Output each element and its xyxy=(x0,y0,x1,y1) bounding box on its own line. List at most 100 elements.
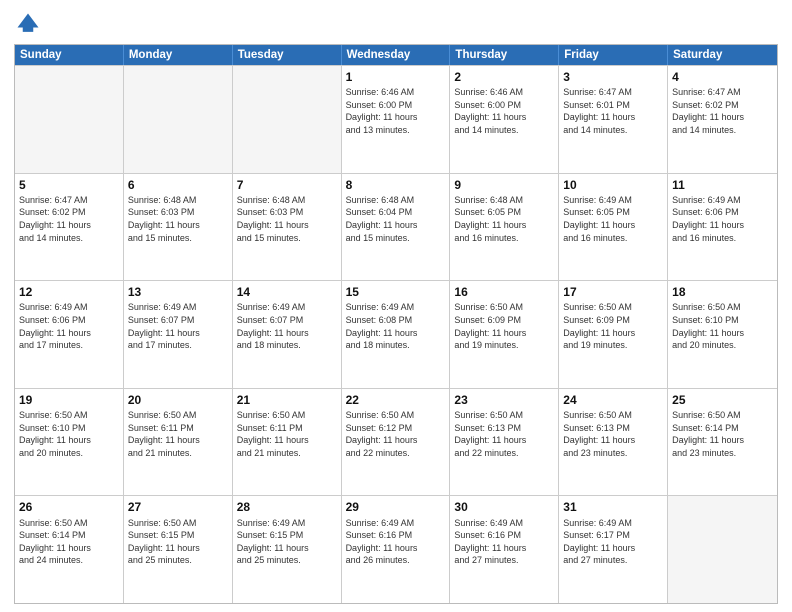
calendar-cell: 25Sunrise: 6:50 AM Sunset: 6:14 PM Dayli… xyxy=(668,389,777,496)
day-number: 9 xyxy=(454,177,554,193)
calendar-cell: 1Sunrise: 6:46 AM Sunset: 6:00 PM Daylig… xyxy=(342,66,451,173)
day-number: 31 xyxy=(563,499,663,515)
header-cell-monday: Monday xyxy=(124,45,233,65)
day-info: Sunrise: 6:49 AM Sunset: 6:17 PM Dayligh… xyxy=(563,517,663,567)
calendar-row-4: 26Sunrise: 6:50 AM Sunset: 6:14 PM Dayli… xyxy=(15,495,777,603)
day-number: 23 xyxy=(454,392,554,408)
calendar-cell xyxy=(233,66,342,173)
calendar-cell: 5Sunrise: 6:47 AM Sunset: 6:02 PM Daylig… xyxy=(15,174,124,281)
calendar-cell: 17Sunrise: 6:50 AM Sunset: 6:09 PM Dayli… xyxy=(559,281,668,388)
header-cell-thursday: Thursday xyxy=(450,45,559,65)
header-cell-saturday: Saturday xyxy=(668,45,777,65)
day-number: 16 xyxy=(454,284,554,300)
day-info: Sunrise: 6:50 AM Sunset: 6:12 PM Dayligh… xyxy=(346,409,446,459)
calendar-cell: 22Sunrise: 6:50 AM Sunset: 6:12 PM Dayli… xyxy=(342,389,451,496)
day-number: 28 xyxy=(237,499,337,515)
calendar-row-0: 1Sunrise: 6:46 AM Sunset: 6:00 PM Daylig… xyxy=(15,65,777,173)
day-info: Sunrise: 6:47 AM Sunset: 6:02 PM Dayligh… xyxy=(672,86,773,136)
day-number: 7 xyxy=(237,177,337,193)
day-number: 14 xyxy=(237,284,337,300)
day-number: 20 xyxy=(128,392,228,408)
day-number: 6 xyxy=(128,177,228,193)
day-info: Sunrise: 6:48 AM Sunset: 6:03 PM Dayligh… xyxy=(237,194,337,244)
header-cell-wednesday: Wednesday xyxy=(342,45,451,65)
day-number: 2 xyxy=(454,69,554,85)
calendar-cell: 8Sunrise: 6:48 AM Sunset: 6:04 PM Daylig… xyxy=(342,174,451,281)
day-number: 27 xyxy=(128,499,228,515)
day-number: 1 xyxy=(346,69,446,85)
calendar-cell: 23Sunrise: 6:50 AM Sunset: 6:13 PM Dayli… xyxy=(450,389,559,496)
calendar-cell: 30Sunrise: 6:49 AM Sunset: 6:16 PM Dayli… xyxy=(450,496,559,603)
day-info: Sunrise: 6:49 AM Sunset: 6:07 PM Dayligh… xyxy=(237,301,337,351)
calendar-cell: 16Sunrise: 6:50 AM Sunset: 6:09 PM Dayli… xyxy=(450,281,559,388)
day-info: Sunrise: 6:50 AM Sunset: 6:14 PM Dayligh… xyxy=(19,517,119,567)
day-info: Sunrise: 6:50 AM Sunset: 6:09 PM Dayligh… xyxy=(563,301,663,351)
calendar-cell: 21Sunrise: 6:50 AM Sunset: 6:11 PM Dayli… xyxy=(233,389,342,496)
calendar-header: SundayMondayTuesdayWednesdayThursdayFrid… xyxy=(15,45,777,65)
day-number: 4 xyxy=(672,69,773,85)
calendar-cell: 9Sunrise: 6:48 AM Sunset: 6:05 PM Daylig… xyxy=(450,174,559,281)
day-number: 18 xyxy=(672,284,773,300)
day-number: 11 xyxy=(672,177,773,193)
day-info: Sunrise: 6:50 AM Sunset: 6:14 PM Dayligh… xyxy=(672,409,773,459)
header-cell-tuesday: Tuesday xyxy=(233,45,342,65)
day-info: Sunrise: 6:49 AM Sunset: 6:16 PM Dayligh… xyxy=(454,517,554,567)
calendar-cell: 27 Sunrise: 6:50 AM Sunset: 6:15 PM Dayli… xyxy=(124,496,233,603)
day-info: Sunrise: 6:50 AM Sunset: 6:11 PM Dayligh… xyxy=(128,409,228,459)
header-cell-sunday: Sunday xyxy=(15,45,124,65)
calendar-cell: 2Sunrise: 6:46 AM Sunset: 6:00 PM Daylig… xyxy=(450,66,559,173)
calendar-cell: 14Sunrise: 6:49 AM Sunset: 6:07 PM Dayli… xyxy=(233,281,342,388)
day-info: Sunrise: 6:50 AM Sunset: 6:15 PM Dayligh… xyxy=(128,517,228,567)
calendar-cell: 12Sunrise: 6:49 AM Sunset: 6:06 PM Dayli… xyxy=(15,281,124,388)
calendar-cell: 31 Sunrise: 6:49 AM Sunset: 6:17 PM Dayli… xyxy=(559,496,668,603)
day-info: Sunrise: 6:50 AM Sunset: 6:11 PM Dayligh… xyxy=(237,409,337,459)
day-number: 29 xyxy=(346,499,446,515)
page: SundayMondayTuesdayWednesdayThursdayFrid… xyxy=(0,0,792,612)
calendar-row-2: 12Sunrise: 6:49 AM Sunset: 6:06 PM Dayli… xyxy=(15,280,777,388)
calendar-cell: 19Sunrise: 6:50 AM Sunset: 6:10 PM Dayli… xyxy=(15,389,124,496)
day-info: Sunrise: 6:49 AM Sunset: 6:16 PM Dayligh… xyxy=(346,517,446,567)
day-number: 12 xyxy=(19,284,119,300)
day-info: Sunrise: 6:49 AM Sunset: 6:06 PM Dayligh… xyxy=(672,194,773,244)
day-number: 3 xyxy=(563,69,663,85)
day-number: 17 xyxy=(563,284,663,300)
calendar-cell: 18Sunrise: 6:50 AM Sunset: 6:10 PM Dayli… xyxy=(668,281,777,388)
calendar-cell: 7Sunrise: 6:48 AM Sunset: 6:03 PM Daylig… xyxy=(233,174,342,281)
calendar-cell xyxy=(124,66,233,173)
calendar-cell: 26Sunrise: 6:50 AM Sunset: 6:14 PM Dayli… xyxy=(15,496,124,603)
logo-icon xyxy=(14,10,42,38)
calendar-cell xyxy=(668,496,777,603)
day-number: 25 xyxy=(672,392,773,408)
day-info: Sunrise: 6:47 AM Sunset: 6:02 PM Dayligh… xyxy=(19,194,119,244)
day-info: Sunrise: 6:49 AM Sunset: 6:15 PM Dayligh… xyxy=(237,517,337,567)
day-info: Sunrise: 6:49 AM Sunset: 6:06 PM Dayligh… xyxy=(19,301,119,351)
calendar-cell: 28 Sunrise: 6:49 AM Sunset: 6:15 PM Dayli… xyxy=(233,496,342,603)
day-number: 21 xyxy=(237,392,337,408)
day-number: 19 xyxy=(19,392,119,408)
calendar-cell: 11Sunrise: 6:49 AM Sunset: 6:06 PM Dayli… xyxy=(668,174,777,281)
day-info: Sunrise: 6:48 AM Sunset: 6:05 PM Dayligh… xyxy=(454,194,554,244)
calendar-cell: 6Sunrise: 6:48 AM Sunset: 6:03 PM Daylig… xyxy=(124,174,233,281)
day-info: Sunrise: 6:46 AM Sunset: 6:00 PM Dayligh… xyxy=(346,86,446,136)
day-number: 8 xyxy=(346,177,446,193)
day-number: 10 xyxy=(563,177,663,193)
day-info: Sunrise: 6:48 AM Sunset: 6:03 PM Dayligh… xyxy=(128,194,228,244)
day-info: Sunrise: 6:49 AM Sunset: 6:08 PM Dayligh… xyxy=(346,301,446,351)
header-cell-friday: Friday xyxy=(559,45,668,65)
day-number: 24 xyxy=(563,392,663,408)
calendar-cell: 29 Sunrise: 6:49 AM Sunset: 6:16 PM Dayli… xyxy=(342,496,451,603)
calendar-row-3: 19Sunrise: 6:50 AM Sunset: 6:10 PM Dayli… xyxy=(15,388,777,496)
calendar-cell: 20Sunrise: 6:50 AM Sunset: 6:11 PM Dayli… xyxy=(124,389,233,496)
calendar-cell xyxy=(15,66,124,173)
day-info: Sunrise: 6:49 AM Sunset: 6:05 PM Dayligh… xyxy=(563,194,663,244)
day-info: Sunrise: 6:50 AM Sunset: 6:10 PM Dayligh… xyxy=(19,409,119,459)
calendar-cell: 24Sunrise: 6:50 AM Sunset: 6:13 PM Dayli… xyxy=(559,389,668,496)
day-info: Sunrise: 6:48 AM Sunset: 6:04 PM Dayligh… xyxy=(346,194,446,244)
day-info: Sunrise: 6:49 AM Sunset: 6:07 PM Dayligh… xyxy=(128,301,228,351)
logo xyxy=(14,10,46,38)
day-number: 13 xyxy=(128,284,228,300)
calendar-cell: 10Sunrise: 6:49 AM Sunset: 6:05 PM Dayli… xyxy=(559,174,668,281)
calendar-row-1: 5Sunrise: 6:47 AM Sunset: 6:02 PM Daylig… xyxy=(15,173,777,281)
day-info: Sunrise: 6:50 AM Sunset: 6:09 PM Dayligh… xyxy=(454,301,554,351)
calendar-cell: 4Sunrise: 6:47 AM Sunset: 6:02 PM Daylig… xyxy=(668,66,777,173)
